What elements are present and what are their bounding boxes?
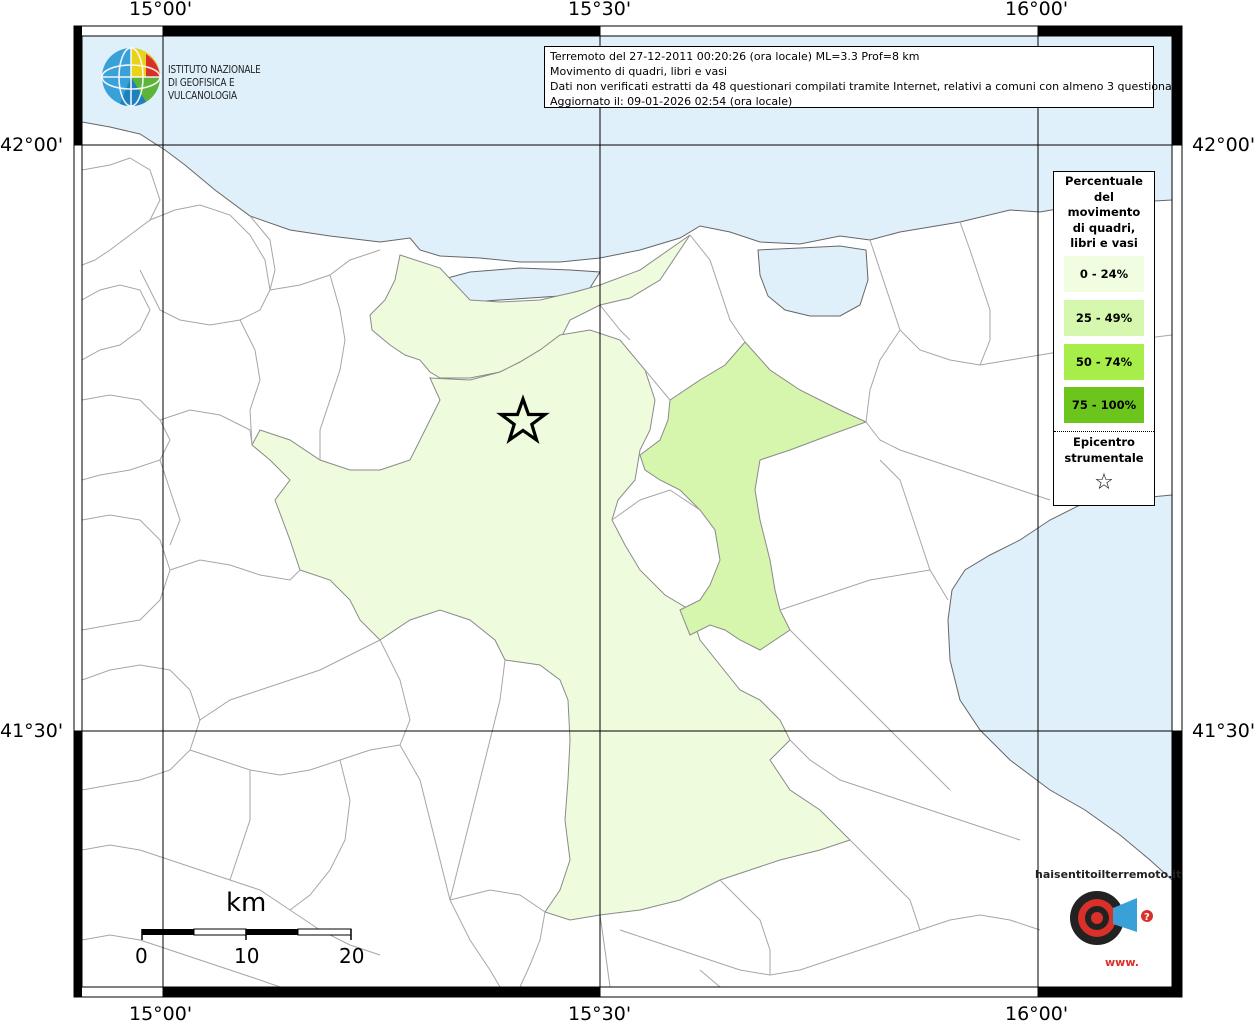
- ingv-logo-text: ISTITUTO NAZIONALE DI GEOFISICA E VULCAN…: [168, 64, 306, 103]
- ingv-globe-icon: [101, 47, 161, 107]
- legend-title: Percentuale del movimento di quadri, lib…: [1054, 174, 1154, 252]
- tick-bottom-15-00: 15°00': [129, 1003, 193, 1025]
- legend-separator: [1054, 431, 1154, 432]
- legend-swatch-0-24: 0 - 24%: [1064, 256, 1144, 292]
- tick-left-41-30: 41°30': [0, 720, 64, 742]
- tick-top-15-00: 15°00': [129, 0, 193, 20]
- legend-epicenter-label: Epicentro strumentale: [1054, 435, 1154, 466]
- data-note: Dati non verificati estratti da 48 quest…: [550, 80, 1183, 93]
- map-legend: Percentuale del movimento di quadri, lib…: [1053, 171, 1155, 506]
- legend-title-line: movimento: [1067, 205, 1141, 219]
- event-info-box: Terremoto del 27-12-2011 00:20:26 (ora l…: [544, 46, 1183, 108]
- haisentito-brand-text: haisentitoilterremoto.it: [1035, 868, 1182, 881]
- tick-right-41-30: 41°30': [1192, 720, 1256, 742]
- update-timestamp: Aggiornato il: 09-01-2026 02:54 (ora loc…: [550, 95, 793, 108]
- legend-title-line: Percentuale: [1065, 174, 1143, 188]
- legend-epicenter-line: Epicentro: [1073, 435, 1135, 449]
- tick-bottom-16-00: 16°00': [1005, 1003, 1069, 1025]
- haisentito-brand-prefix: www.: [1105, 956, 1139, 969]
- event-title: Terremoto del 27-12-2011 00:20:26 (ora l…: [550, 50, 920, 63]
- legend-star-icon: ☆: [1094, 470, 1114, 495]
- map-subject: Movimento di quadri, libri e vasi: [550, 65, 728, 78]
- legend-title-line: di quadri,: [1072, 220, 1136, 235]
- svg-text:?: ?: [1144, 912, 1150, 923]
- ingv-logo: ISTITUTO NAZIONALE DI GEOFISICA E VULCAN…: [100, 46, 330, 108]
- legend-swatch-75-100: 75 - 100%: [1064, 387, 1144, 423]
- legend-title-line: del: [1094, 189, 1114, 204]
- scale-label-10: 10: [234, 944, 260, 968]
- legend-title-line: libri e vasi: [1070, 236, 1138, 250]
- scale-label-20: 20: [339, 944, 365, 968]
- tick-top-16-00: 16°00': [1005, 0, 1069, 20]
- scale-label-0: 0: [135, 944, 148, 968]
- tick-right-42-00: 42°00': [1192, 134, 1256, 156]
- tick-left-42-00: 42°00': [0, 134, 64, 156]
- legend-epicenter-line: strumentale: [1064, 450, 1144, 465]
- ingv-logo-line1: ISTITUTO NAZIONALE: [168, 64, 261, 76]
- ingv-logo-line2: DI GEOFISICA E VULCANOLOGIA: [168, 77, 237, 102]
- legend-swatch-25-49: 25 - 49%: [1064, 300, 1144, 336]
- tick-bottom-15-30: 15°30': [568, 1003, 632, 1025]
- scale-title: km: [226, 888, 267, 918]
- haisentito-logo: ? haisentitoilterremoto.it www.: [1035, 860, 1182, 980]
- legend-swatch-50-74: 50 - 74%: [1064, 344, 1144, 380]
- tick-top-15-30: 15°30': [568, 0, 632, 20]
